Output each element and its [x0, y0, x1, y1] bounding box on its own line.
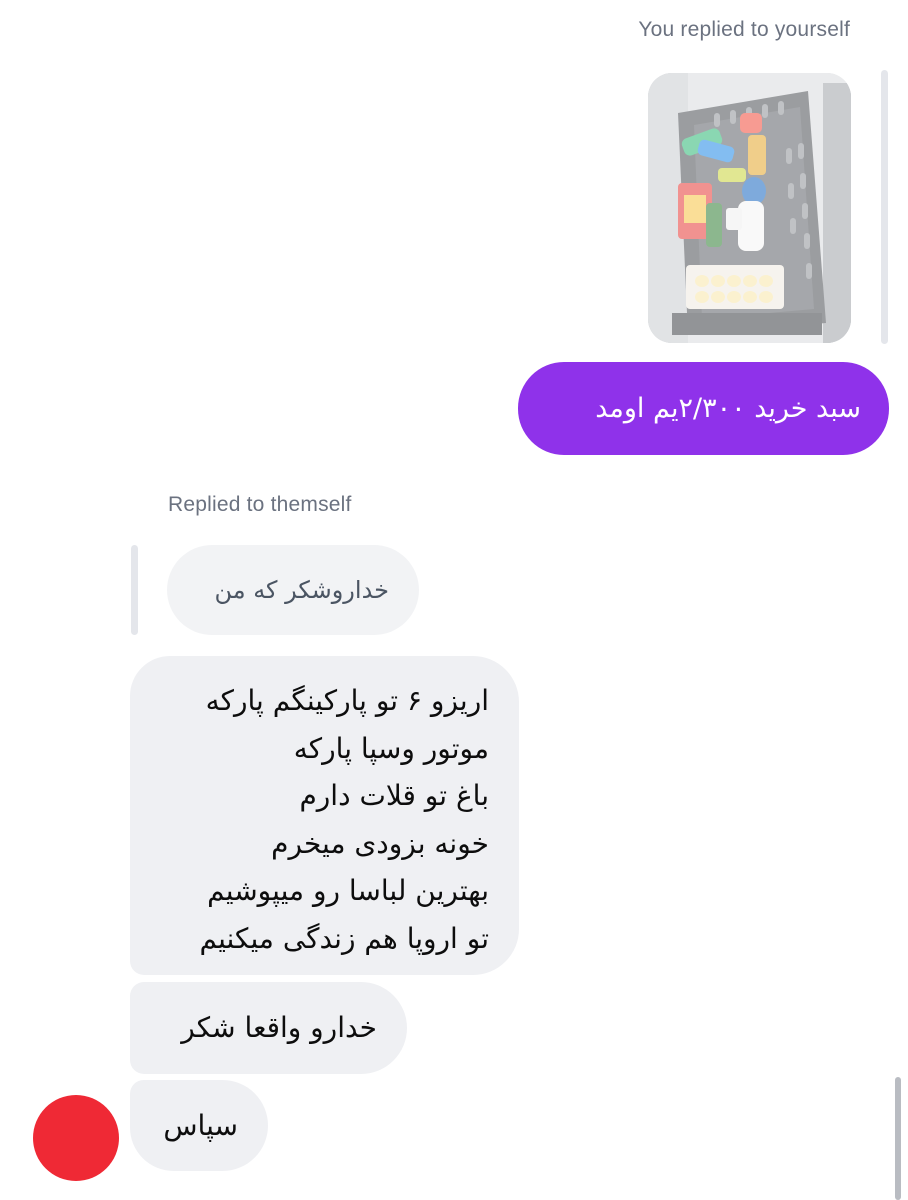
reply-quote-bar: [881, 70, 888, 344]
quoted-message-bubble[interactable]: خداروشکر که من: [167, 545, 419, 635]
message-line: باغ تو قلات دارم: [299, 779, 489, 812]
reply-quote-bar: [131, 545, 138, 635]
outgoing-reply-label: You replied to yourself: [638, 18, 850, 41]
message-line: تو اروپا هم زندگی میکنیم: [199, 921, 489, 955]
received-message-bubble[interactable]: اریزو ۶ تو پارکینگم پارکه موتور وسپا پار…: [130, 656, 519, 975]
incoming-reply-label: Replied to themself: [168, 493, 352, 516]
received-message-bubble[interactable]: سپاس: [130, 1080, 268, 1171]
scrollbar-thumb[interactable]: [895, 1077, 901, 1200]
sent-message-bubble[interactable]: سبد خرید ۲/۳۰۰یم اومد: [518, 362, 889, 455]
message-line: موتور وسپا پارکه: [293, 731, 489, 765]
received-message-bubble[interactable]: خدارو واقعا شکر: [130, 982, 407, 1074]
avatar[interactable]: [33, 1095, 119, 1181]
photo-fade-overlay: [648, 73, 851, 343]
quoted-photo[interactable]: [648, 73, 851, 343]
message-line: بهترین لباسا رو میپوشیم: [207, 874, 489, 907]
message-line: خونه بزودی میخرم: [271, 826, 489, 860]
message-line: اریزو ۶ تو پارکینگم پارکه: [205, 684, 489, 717]
